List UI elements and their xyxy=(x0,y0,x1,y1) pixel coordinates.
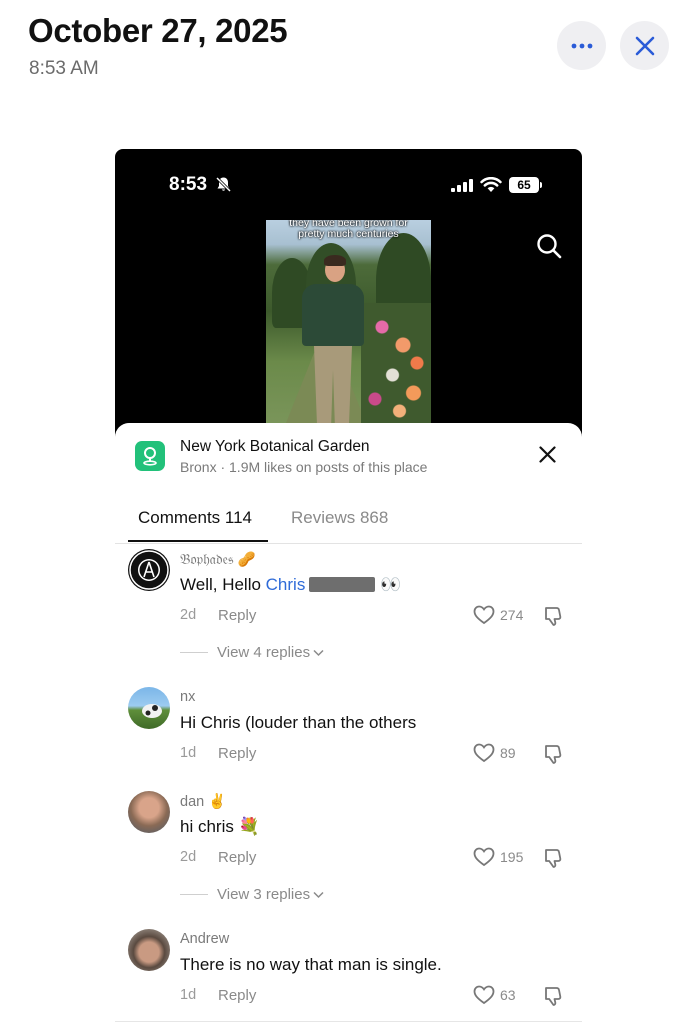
place-name[interactable]: New York Botanical Garden xyxy=(180,438,370,456)
video-thumbnail[interactable]: they have been grown for pretty much cen… xyxy=(266,220,431,423)
video-caption: they have been grown for pretty much cen… xyxy=(266,220,431,240)
battery-nub xyxy=(540,182,542,188)
person-body xyxy=(302,284,364,346)
close-icon xyxy=(635,36,654,55)
view-replies-line xyxy=(180,894,208,895)
close-viewer-button[interactable] xyxy=(620,21,669,70)
like-count: 63 xyxy=(500,987,516,1003)
tab-reviews[interactable]: Reviews 868 xyxy=(291,508,388,528)
tab-divider xyxy=(115,543,582,544)
chevron-down-icon xyxy=(313,649,324,656)
dislike-icon[interactable] xyxy=(543,743,565,765)
dislike-icon[interactable] xyxy=(543,847,565,869)
signal-icon xyxy=(451,179,473,192)
mention-link[interactable]: Chris xyxy=(266,575,306,594)
comment-text: There is no way that man is single. xyxy=(180,955,442,974)
view-replies-label: View 4 replies xyxy=(217,644,311,661)
heart-icon[interactable] xyxy=(473,605,495,625)
comment-text: hi chris 💐 xyxy=(180,817,260,836)
tab-comments[interactable]: Comments 114 xyxy=(138,508,252,528)
more-button[interactable] xyxy=(557,21,606,70)
dislike-icon[interactable] xyxy=(543,605,565,627)
caption-line: pretty much centuries xyxy=(298,228,399,240)
screenshot: 8:53 65 they have been grown for pretty … xyxy=(115,149,582,1026)
like-count: 274 xyxy=(500,607,524,623)
comment-username[interactable]: nx xyxy=(180,689,195,705)
heart-icon[interactable] xyxy=(473,847,495,867)
place-subtitle: Bronx · 1.9M likes on posts of this plac… xyxy=(180,459,428,475)
tab-underline xyxy=(128,540,268,542)
comment-username[interactable]: dan ✌️ xyxy=(180,793,226,810)
avatar[interactable] xyxy=(128,687,170,729)
comments-sheet: New York Botanical Garden Bronx · 1.9M l… xyxy=(115,423,582,1026)
heart-icon[interactable] xyxy=(473,743,495,763)
view-replies-button[interactable]: View 4 replies xyxy=(180,644,324,661)
like-count: 89 xyxy=(500,745,516,761)
comment-time: 2d xyxy=(180,849,197,865)
heart-icon[interactable] xyxy=(473,985,495,1005)
avatar[interactable] xyxy=(128,791,170,833)
reply-button[interactable]: Reply xyxy=(218,745,256,762)
comment-text-suffix: 👀 xyxy=(375,575,402,594)
status-time: 8:53 xyxy=(169,174,208,195)
place-icon xyxy=(135,441,165,471)
comment-time: 2d xyxy=(180,607,197,623)
comment-username[interactable]: 𝔅𝔬𝔭𝔥𝔞𝔡𝔢𝔰 🥜 xyxy=(180,551,256,568)
comment-text: Hi Chris (louder than the others xyxy=(180,713,417,732)
location-pin-icon xyxy=(143,447,157,466)
redacted-block xyxy=(309,577,376,592)
comment-username[interactable]: Andrew xyxy=(180,931,229,947)
bell-muted-icon xyxy=(215,176,232,193)
chevron-down-icon xyxy=(313,891,324,898)
battery-indicator: 65 xyxy=(509,177,539,193)
view-replies-label: View 3 replies xyxy=(217,886,311,903)
search-icon[interactable] xyxy=(536,233,562,259)
view-replies-line xyxy=(180,652,208,653)
dislike-icon[interactable] xyxy=(543,985,565,1007)
like-count: 195 xyxy=(500,849,524,865)
more-icon xyxy=(571,43,592,48)
reply-button[interactable]: Reply xyxy=(218,987,256,1004)
comment-text-prefix: Well, Hello xyxy=(180,575,266,594)
view-replies-button[interactable]: View 3 replies xyxy=(180,886,324,903)
flower-bed xyxy=(361,303,431,423)
comment-text: Well, Hello Chris 👀 xyxy=(180,575,401,595)
person-hair xyxy=(324,255,346,266)
avatar[interactable] xyxy=(128,929,170,971)
reply-button[interactable]: Reply xyxy=(218,849,256,866)
wifi-icon xyxy=(480,177,502,192)
close-sheet-icon[interactable] xyxy=(539,446,556,463)
reply-button[interactable]: Reply xyxy=(218,607,256,624)
comment-time: 1d xyxy=(180,987,197,1003)
viewer-date: October 27, 2025 xyxy=(28,12,288,49)
viewer-time: 8:53 AM xyxy=(29,58,99,79)
avatar[interactable] xyxy=(128,549,170,591)
comment-time: 1d xyxy=(180,745,197,761)
bottom-divider xyxy=(115,1021,582,1022)
